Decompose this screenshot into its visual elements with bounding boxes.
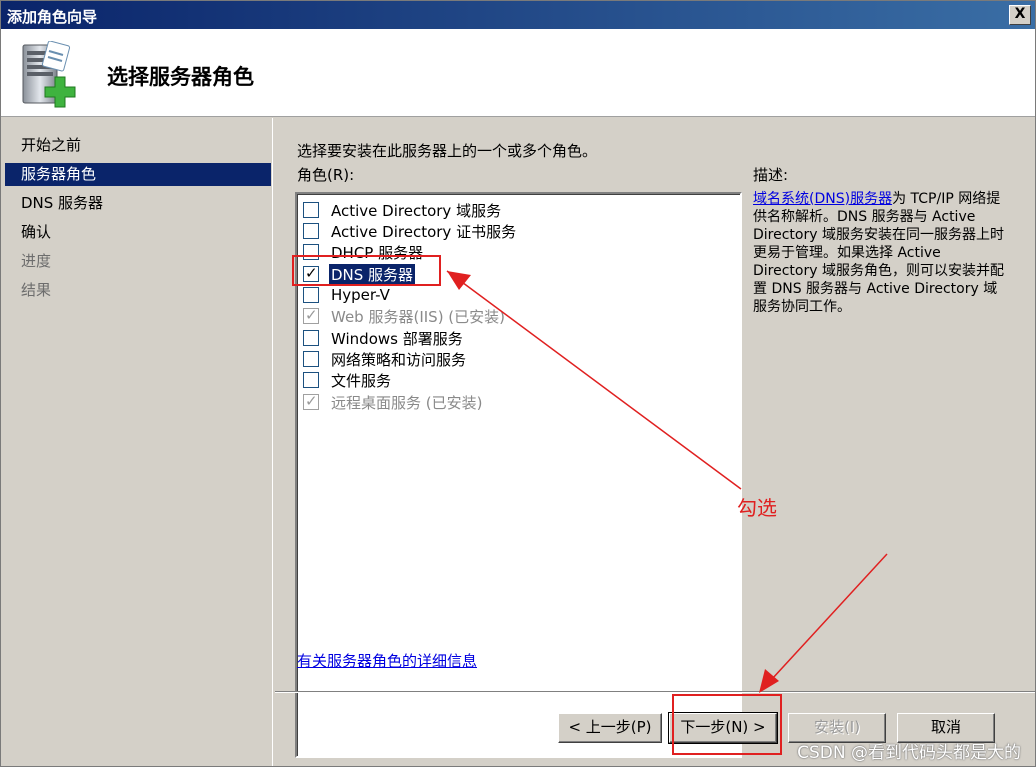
sidebar-item-results: 结果 — [21, 281, 52, 299]
role-label: 远程桌面服务 (已安装) — [331, 393, 483, 412]
role-label: 网络策略和访问服务 — [331, 350, 467, 369]
checkmark-icon: ✓ — [305, 264, 318, 282]
title-bar[interactable]: 添加角色向导 X — [1, 1, 1035, 29]
role-row-ad-cs[interactable]: Active Directory 证书服务 — [303, 221, 518, 241]
previous-button[interactable]: < 上一步(P) — [558, 713, 662, 743]
description-label: 描述: — [753, 166, 789, 184]
role-row-web-iis: ✓ Web 服务器(IIS) (已安装) — [303, 306, 507, 326]
next-button[interactable]: 下一步(N) > — [668, 712, 778, 744]
role-row-hyper-v[interactable]: Hyper-V — [303, 285, 392, 305]
sidebar-item-dns-server[interactable]: DNS 服务器 — [5, 192, 271, 215]
role-row-dns[interactable]: ✓ DNS 服务器 — [303, 263, 416, 285]
role-label: DHCP 服务器 — [331, 243, 424, 262]
role-label: Hyper-V — [331, 286, 390, 304]
roles-listbox[interactable]: Active Directory 域服务 Active Directory 证书… — [295, 192, 742, 758]
role-label: Active Directory 证书服务 — [331, 222, 517, 241]
watermark: CSDN @看到代码头都是大的 — [797, 743, 1021, 763]
role-row-wds[interactable]: Windows 部署服务 — [303, 328, 465, 348]
close-button[interactable]: X — [1009, 5, 1031, 25]
role-row-nps[interactable]: 网络策略和访问服务 — [303, 349, 468, 369]
role-checkbox-checked[interactable]: ✓ — [303, 264, 319, 282]
sidebar-item-progress: 进度 — [21, 252, 52, 270]
sidebar-item-server-roles[interactable]: 服务器角色 — [5, 163, 271, 186]
role-checkbox[interactable] — [303, 372, 319, 388]
role-row-ad-ds[interactable]: Active Directory 域服务 — [303, 200, 503, 220]
footer-divider — [275, 691, 1035, 693]
add-roles-wizard-window: 添加角色向导 X 选择服务器角色 开始之前 服务器角色 DNS 服务器 确认 进… — [0, 0, 1036, 767]
description-text: 为 TCP/IP 网络提供名称解析。DNS 服务器与 Active Direct… — [753, 191, 1004, 315]
checkmark-icon: ✓ — [305, 306, 318, 324]
server-roles-details-link[interactable]: 有关服务器角色的详细信息 — [297, 650, 477, 671]
role-row-file-services[interactable]: 文件服务 — [303, 370, 393, 390]
role-checkbox[interactable] — [303, 202, 319, 218]
role-checkbox[interactable] — [303, 330, 319, 346]
wizard-steps-sidebar: 开始之前 服务器角色 DNS 服务器 确认 进度 结果 — [1, 118, 273, 766]
role-label: 文件服务 — [331, 371, 392, 390]
main-content: 选择要安装在此服务器上的一个或多个角色。 角色(R): Active Direc… — [275, 118, 1035, 758]
sidebar-item-before-you-begin[interactable]: 开始之前 — [5, 134, 271, 157]
annotation-label: 勾选 — [737, 496, 777, 520]
checkmark-icon: ✓ — [305, 392, 318, 410]
role-label: Web 服务器(IIS) (已安装) — [331, 307, 506, 326]
role-checkbox[interactable] — [303, 244, 319, 260]
sidebar-item-confirmation[interactable]: 确认 — [5, 221, 271, 244]
role-label: DNS 服务器 — [329, 263, 416, 285]
role-checkbox-disabled: ✓ — [303, 392, 319, 410]
wizard-header: 选择服务器角色 — [1, 29, 1035, 117]
role-label: Active Directory 域服务 — [331, 201, 502, 220]
role-row-dhcp[interactable]: DHCP 服务器 — [303, 242, 425, 262]
role-checkbox[interactable] — [303, 223, 319, 239]
dns-help-link[interactable]: 域名系统(DNS)服务器 — [753, 191, 892, 207]
role-description: 域名系统(DNS)服务器为 TCP/IP 网络提供名称解析。DNS 服务器与 A… — [753, 190, 1009, 316]
roles-label: 角色(R): — [297, 166, 355, 184]
role-checkbox-disabled: ✓ — [303, 306, 319, 324]
window-title: 添加角色向导 — [7, 8, 98, 26]
role-row-rds: ✓ 远程桌面服务 (已安装) — [303, 392, 484, 412]
instruction-text: 选择要安装在此服务器上的一个或多个角色。 — [297, 142, 598, 160]
page-title: 选择服务器角色 — [107, 65, 254, 89]
server-add-icon — [22, 41, 76, 108]
role-label: Windows 部署服务 — [331, 329, 463, 348]
role-checkbox[interactable] — [303, 287, 319, 303]
role-checkbox[interactable] — [303, 351, 319, 367]
